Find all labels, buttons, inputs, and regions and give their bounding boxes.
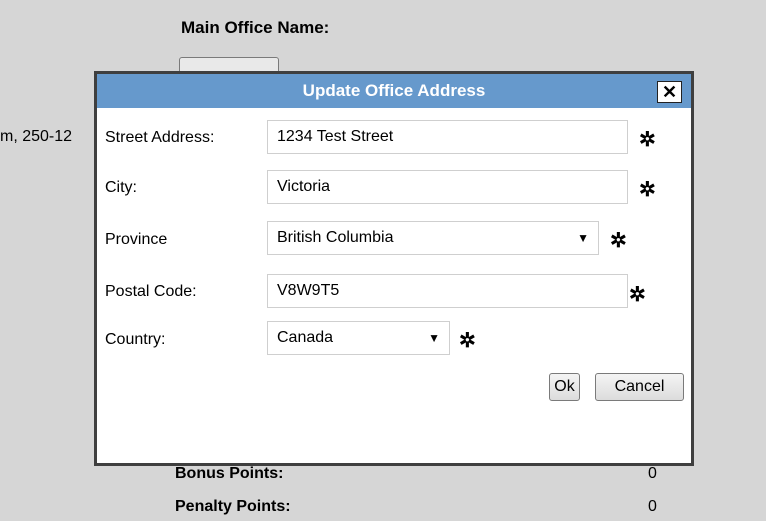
province-select[interactable]: British Columbia ▼ xyxy=(267,221,599,255)
ok-button[interactable]: Ok xyxy=(549,373,580,401)
cancel-button[interactable]: Cancel xyxy=(595,373,684,401)
bonus-points-value: 0 xyxy=(648,465,657,482)
main-office-name-heading: Main Office Name: xyxy=(181,18,330,37)
province-dropdown-icon: ▼ xyxy=(577,231,589,245)
city-label: City: xyxy=(105,179,137,196)
street-address-label: Street Address: xyxy=(105,129,215,146)
dialog-titlebar[interactable]: Update Office Address ✕ xyxy=(97,74,691,108)
province-label: Province xyxy=(105,231,168,248)
province-selected-value: British Columbia xyxy=(277,229,394,246)
country-selected-value: Canada xyxy=(277,329,334,346)
bonus-points-label: Bonus Points: xyxy=(175,465,284,482)
close-icon: ✕ xyxy=(661,82,678,102)
dialog-title: Update Office Address xyxy=(302,81,486,100)
close-button[interactable]: ✕ xyxy=(657,81,682,103)
background-phone-text: m, 250-12 xyxy=(0,128,73,145)
country-select[interactable]: Canada ▼ xyxy=(267,321,450,355)
postal-code-input[interactable]: V8W9T5 xyxy=(267,274,628,308)
city-required-icon: ✲ xyxy=(639,179,656,201)
penalty-points-value: 0 xyxy=(648,498,657,515)
postal-required-icon: ✲ xyxy=(629,284,646,306)
update-office-address-dialog: Update Office Address ✕ Street Address: … xyxy=(94,71,694,466)
country-label: Country: xyxy=(105,331,166,348)
postal-code-label: Postal Code: xyxy=(105,283,197,300)
city-input[interactable]: Victoria xyxy=(267,170,628,204)
country-required-icon: ✲ xyxy=(459,330,476,352)
penalty-points-label: Penalty Points: xyxy=(175,498,291,515)
street-required-icon: ✲ xyxy=(639,129,656,151)
province-required-icon: ✲ xyxy=(610,230,627,252)
country-dropdown-icon: ▼ xyxy=(428,331,440,345)
street-address-input[interactable]: 1234 Test Street xyxy=(267,120,628,154)
